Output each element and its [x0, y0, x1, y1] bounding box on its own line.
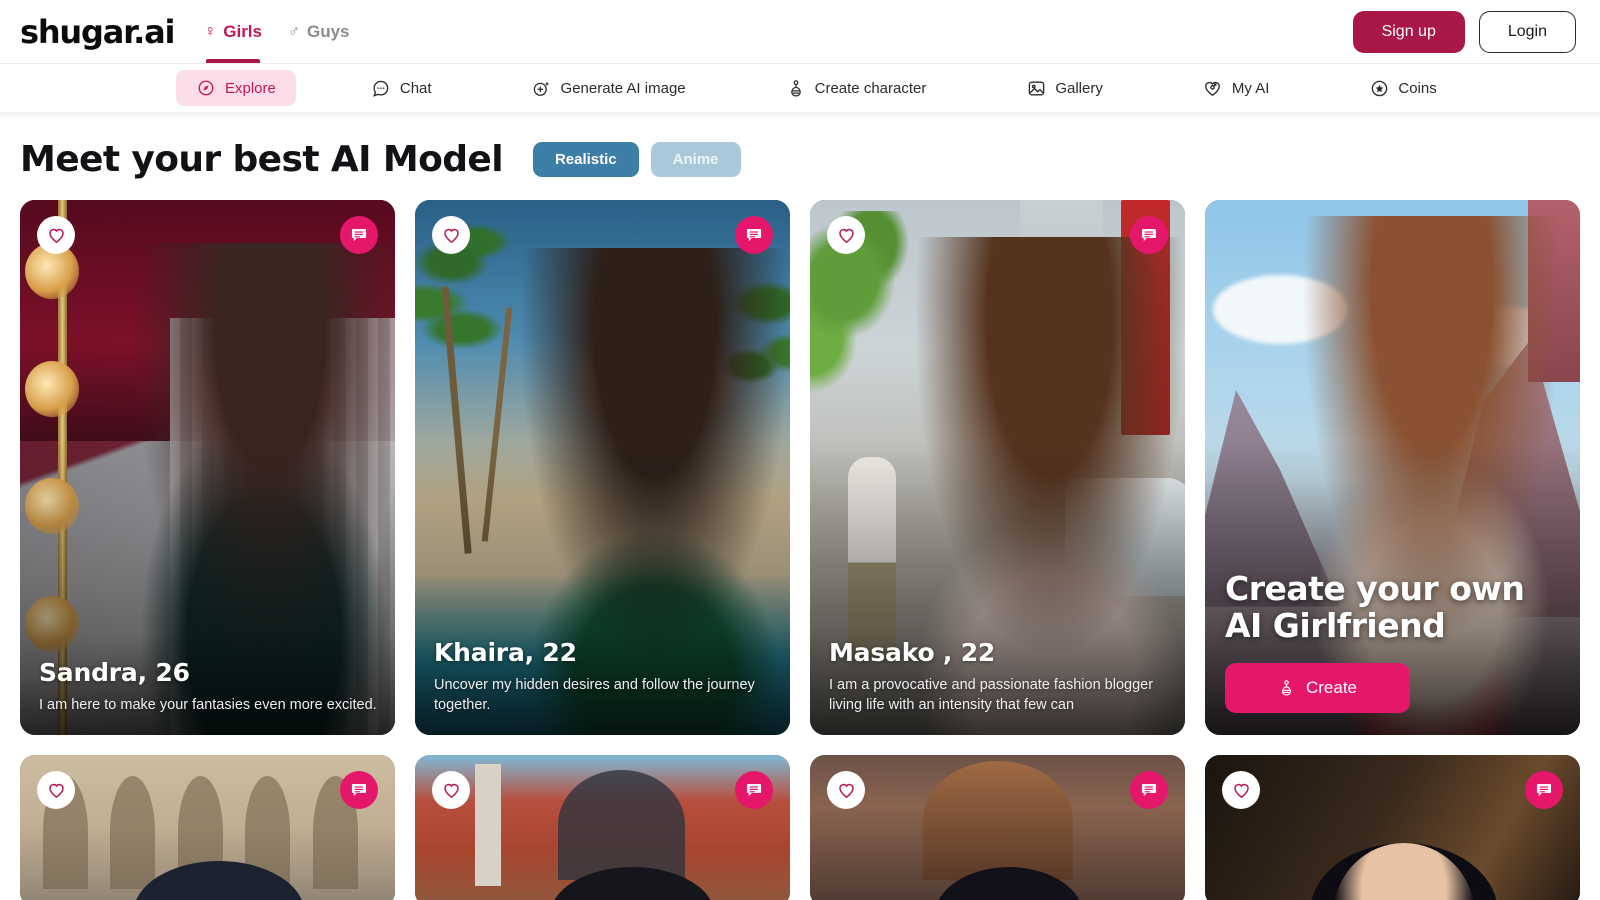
- model-card[interactable]: [415, 755, 790, 900]
- page-title: Meet your best AI Model: [20, 139, 504, 180]
- like-button[interactable]: [432, 771, 470, 809]
- compass-icon: [196, 78, 216, 98]
- model-description: Uncover my hidden desires and follow the…: [434, 677, 755, 714]
- model-name: Masako , 22: [829, 638, 996, 668]
- nav-item-my-ai-label: My AI: [1231, 79, 1270, 97]
- nav-item-generate-ai-image[interactable]: Generate AI image: [532, 70, 686, 106]
- like-button[interactable]: [37, 771, 75, 809]
- gender-tab-girls[interactable]: ♀ Girls: [204, 0, 262, 63]
- nav-item-create-character-label: Create character: [814, 79, 927, 97]
- model-photo: [810, 755, 1185, 900]
- nav-item-chat[interactable]: Chat: [371, 70, 432, 106]
- site-logo[interactable]: shugar.ai: [20, 13, 204, 51]
- like-button[interactable]: [827, 216, 865, 254]
- nav-item-gallery[interactable]: Gallery: [1026, 70, 1103, 106]
- chat-bubble-icon: [351, 784, 367, 797]
- female-symbol-icon: ♀: [204, 22, 217, 40]
- like-button[interactable]: [827, 771, 865, 809]
- chat-button[interactable]: [735, 771, 773, 809]
- model-card[interactable]: Khaira, 22 Uncover my hidden desires and…: [415, 200, 790, 735]
- model-photo: [415, 755, 790, 900]
- heart-outline-icon: [1233, 783, 1249, 798]
- model-card[interactable]: [810, 755, 1185, 900]
- gender-tabs: ♀ Girls ♂ Guys: [204, 0, 350, 63]
- nav-item-create-character[interactable]: Create character: [786, 70, 927, 106]
- model-card-grid: Sandra, 26 I am here to make your fantas…: [20, 200, 1580, 900]
- model-name: Khaira, 22: [434, 638, 577, 668]
- style-filter-anime[interactable]: Anime: [650, 142, 741, 177]
- nav-item-explore-label: Explore: [225, 79, 276, 97]
- style-filter-group: Realistic Anime: [532, 142, 741, 177]
- chat-bubble-icon: [1141, 229, 1157, 242]
- nav-item-explore[interactable]: Explore: [176, 70, 296, 106]
- login-button[interactable]: Login: [1478, 10, 1576, 53]
- model-name: Sandra, 26: [39, 658, 190, 688]
- promo-info: Create your own AI Girlfriend Create: [1225, 569, 1562, 713]
- page-content: Meet your best AI Model Realistic Anime: [0, 112, 1600, 900]
- model-photo: [1205, 755, 1580, 900]
- gender-tab-girls-label: Girls: [223, 21, 262, 41]
- nav-item-chat-label: Chat: [399, 79, 432, 97]
- model-card[interactable]: [20, 755, 395, 900]
- create-character-icon: [1281, 680, 1292, 696]
- like-button[interactable]: [432, 216, 470, 254]
- model-card[interactable]: Sandra, 26 I am here to make your fantas…: [20, 200, 395, 735]
- chat-button[interactable]: [1525, 771, 1563, 809]
- model-description: I am here to make your fantasies even mo…: [39, 697, 377, 714]
- create-girlfriend-promo-card[interactable]: Create your own AI Girlfriend Create: [1205, 200, 1580, 735]
- signup-button[interactable]: Sign up: [1352, 10, 1465, 53]
- chat-button[interactable]: [340, 216, 378, 254]
- chat-bubble-icon: [1141, 784, 1157, 797]
- chat-button[interactable]: [340, 771, 378, 809]
- model-card[interactable]: [1205, 755, 1580, 900]
- model-photo: [20, 755, 395, 900]
- chat-bubble-icon: [746, 229, 762, 242]
- like-button[interactable]: [1222, 771, 1260, 809]
- star-coin-icon: [1369, 78, 1389, 98]
- chat-bubble-icon: [371, 78, 391, 98]
- like-button[interactable]: [37, 216, 75, 254]
- heart-arrow-icon: [1203, 78, 1223, 98]
- gender-tab-guys[interactable]: ♂ Guys: [288, 0, 350, 63]
- chat-button[interactable]: [1130, 216, 1168, 254]
- heart-outline-icon: [48, 783, 64, 798]
- nav-item-my-ai[interactable]: My AI: [1203, 70, 1270, 106]
- nav-item-gallery-label: Gallery: [1055, 79, 1103, 97]
- gender-tab-guys-label: Guys: [307, 21, 350, 41]
- create-button-label: Create: [1305, 678, 1358, 697]
- model-card-info: Sandra, 26 I am here to make your fantas…: [39, 658, 377, 716]
- heart-outline-icon: [48, 228, 64, 243]
- heart-outline-icon: [838, 228, 854, 243]
- male-symbol-icon: ♂: [288, 22, 300, 40]
- top-header: shugar.ai ♀ Girls ♂ Guys Sign up Login: [0, 0, 1600, 63]
- chat-bubble-icon: [351, 229, 367, 242]
- model-description: I am a provocative and passionate fashio…: [829, 677, 1154, 714]
- nav-item-generate-ai-image-label: Generate AI image: [560, 79, 686, 97]
- nav-item-coins[interactable]: Coins: [1369, 70, 1437, 106]
- image-icon: [1026, 78, 1046, 98]
- chat-button[interactable]: [735, 216, 773, 254]
- create-button[interactable]: Create: [1225, 663, 1410, 713]
- promo-title: Create your own AI Girlfriend: [1225, 569, 1525, 646]
- heart-outline-icon: [443, 228, 459, 243]
- chat-button[interactable]: [1130, 771, 1168, 809]
- create-character-icon: [786, 78, 806, 98]
- heart-outline-icon: [443, 783, 459, 798]
- heart-outline-icon: [838, 783, 854, 798]
- model-card-info: Masako , 22 I am a provocative and passi…: [829, 638, 1167, 716]
- chat-bubble-icon: [746, 784, 762, 797]
- style-filter-realistic[interactable]: Realistic: [532, 142, 639, 177]
- auth-buttons: Sign up Login: [1352, 10, 1576, 53]
- model-card[interactable]: Masako , 22 I am a provocative and passi…: [810, 200, 1185, 735]
- title-row: Meet your best AI Model Realistic Anime: [20, 112, 1580, 200]
- model-card-info: Khaira, 22 Uncover my hidden desires and…: [434, 638, 772, 716]
- sparkle-plus-icon: [532, 78, 552, 98]
- chat-bubble-icon: [1536, 784, 1552, 797]
- primary-nav: Explore Chat Generate AI image Create ch…: [0, 63, 1600, 119]
- nav-item-coins-label: Coins: [1398, 79, 1437, 97]
